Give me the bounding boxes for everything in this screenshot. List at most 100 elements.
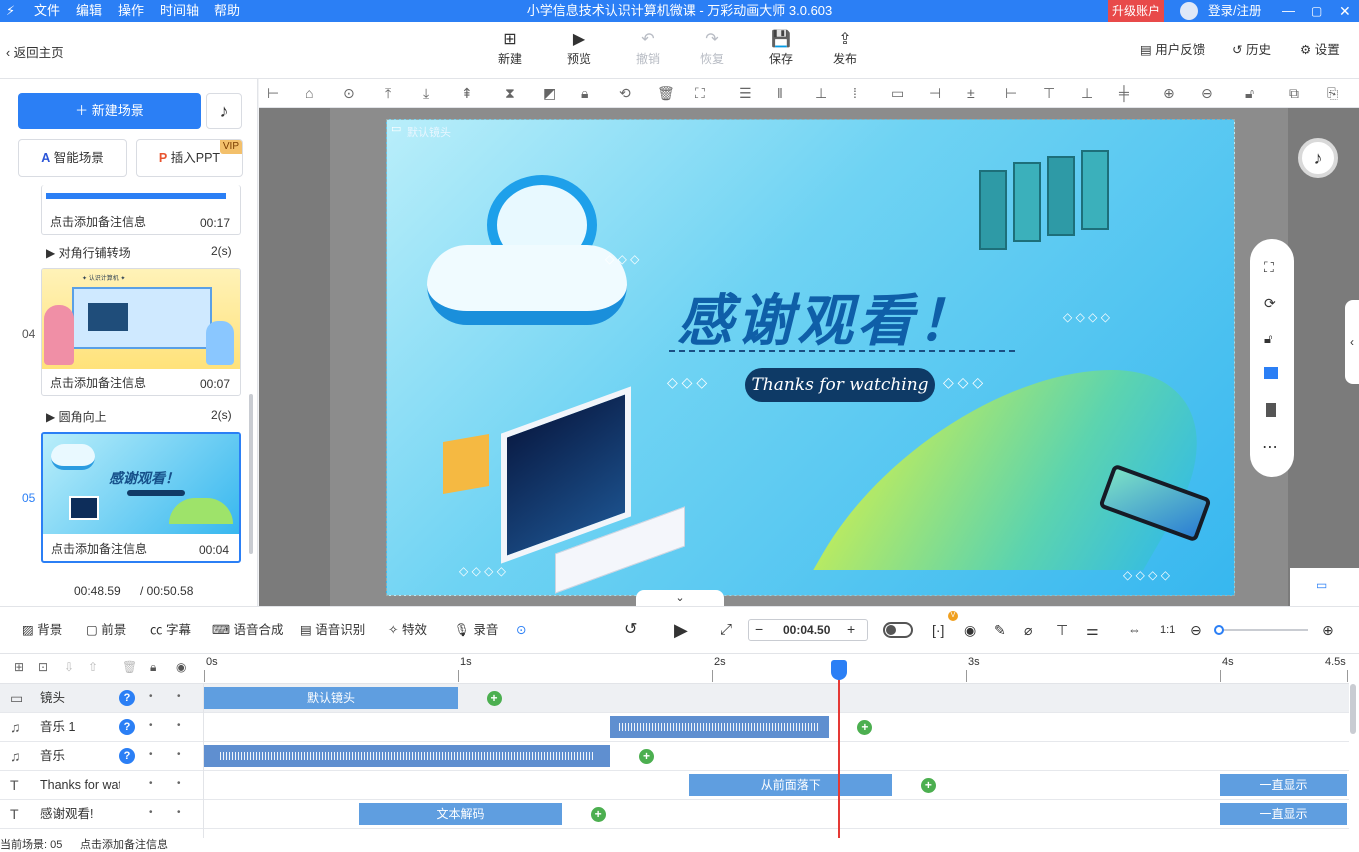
scene-card-3[interactable]: 点击添加备注信息 00:17 bbox=[41, 185, 241, 235]
lock-dot[interactable]: • bbox=[149, 691, 153, 702]
align-top-icon[interactable]: ☰ bbox=[739, 85, 752, 102]
distribute-h-icon[interactable]: ⁞ bbox=[853, 85, 857, 101]
rotate-screen-icon[interactable]: ⟳ bbox=[1264, 295, 1276, 312]
animation-clip[interactable]: 一直显示 bbox=[1220, 774, 1347, 796]
insert-ppt-button[interactable]: P 插入PPT VIP bbox=[136, 139, 243, 177]
zoom-out-icon[interactable]: ⊖ bbox=[1190, 607, 1202, 653]
flip-v-icon[interactable]: ◩ bbox=[543, 85, 556, 102]
align-v-bottom-icon[interactable]: ⊥ bbox=[1081, 85, 1093, 102]
animation-clip[interactable]: 默认镜头 bbox=[204, 687, 458, 709]
scene-note[interactable]: 点击添加备注信息 bbox=[50, 213, 146, 230]
brush-icon[interactable]: ⌀ bbox=[1024, 607, 1032, 653]
add-animation-button[interactable]: + bbox=[486, 691, 502, 706]
lock-icon[interactable]: 🔒︎ bbox=[581, 85, 588, 102]
new-button[interactable]: ⊞ 新建 bbox=[485, 30, 535, 67]
help-icon[interactable]: ? bbox=[119, 719, 135, 735]
play-button[interactable]: ▶ bbox=[674, 607, 688, 653]
subtitle-button[interactable]: ㏄ 字幕 bbox=[150, 607, 191, 653]
more-tools-button[interactable]: ⊙ bbox=[516, 607, 526, 653]
toggle-switch[interactable] bbox=[883, 622, 913, 638]
layer-up-icon[interactable]: ⇞ bbox=[461, 85, 473, 102]
audio-clip[interactable] bbox=[204, 745, 611, 767]
move-up-icon[interactable]: ⇧ bbox=[88, 660, 98, 674]
scene-card-5[interactable]: 感谢观看！ 点击添加备注信息 00:04 bbox=[41, 432, 241, 563]
time-increase-button[interactable]: + bbox=[847, 621, 855, 637]
align-center-icon[interactable]: ± bbox=[967, 85, 975, 101]
help-icon[interactable]: ? bbox=[119, 690, 135, 706]
new-scene-button[interactable]: ＋ 新建场景 bbox=[18, 93, 201, 129]
timeline-scrollbar[interactable] bbox=[1350, 684, 1356, 734]
add-animation-button[interactable]: + bbox=[920, 778, 936, 793]
save-button[interactable]: 💾 保存 bbox=[756, 30, 806, 67]
visible-dot[interactable]: • bbox=[177, 807, 181, 818]
copy-icon[interactable]: ⧉ bbox=[1289, 85, 1299, 102]
align-bottom-icon[interactable]: ⊥ bbox=[815, 85, 827, 102]
redo-button[interactable]: ↷ 恢复 bbox=[687, 30, 737, 67]
add-folder-icon[interactable]: ⊞ bbox=[14, 660, 24, 674]
zoom-slider[interactable] bbox=[1214, 625, 1308, 635]
publish-button[interactable]: ⇪ 发布 bbox=[820, 30, 870, 67]
tts-button[interactable]: ⌨ 语音合成 bbox=[212, 607, 284, 653]
portrait-icon[interactable] bbox=[1266, 403, 1276, 417]
move-down-icon[interactable]: ⇩ bbox=[64, 660, 74, 674]
zoom-in-icon[interactable]: ⊕ bbox=[1322, 607, 1334, 653]
zoom-out-icon[interactable]: ⊖ bbox=[1201, 85, 1213, 102]
animation-clip[interactable]: 文本解码 bbox=[358, 803, 563, 825]
visibility-icon[interactable]: ◉ bbox=[176, 660, 186, 674]
visible-dot[interactable]: • bbox=[177, 720, 181, 731]
crop-icon[interactable]: ⛶ bbox=[695, 85, 705, 102]
transition-item[interactable]: ▶ 对角行铺转场 2(s) bbox=[46, 244, 232, 261]
add-file-icon[interactable]: ⊡ bbox=[38, 660, 48, 674]
replay-button[interactable]: ↺ bbox=[624, 607, 637, 653]
upgrade-account-button[interactable]: 升级账户 bbox=[1108, 0, 1164, 22]
stage-canvas[interactable]: ▭ 默认镜头 感谢观看！ Thanks for watching ◇ ◇ ◇ ◇… bbox=[386, 119, 1235, 596]
align-right-icon[interactable]: ⊢ bbox=[1005, 85, 1017, 102]
flip-h-icon[interactable]: ⧗ bbox=[505, 85, 515, 102]
add-animation-button[interactable]: + bbox=[638, 749, 654, 764]
align-v-top-icon[interactable]: ⊤ bbox=[1043, 85, 1055, 102]
scene-note[interactable]: 点击添加备注信息 bbox=[51, 540, 147, 557]
scene-music-button[interactable]: ♪ bbox=[206, 93, 242, 129]
smart-scene-button[interactable]: A 智能场景 bbox=[18, 139, 127, 177]
bring-front-icon[interactable]: ⤒ bbox=[385, 85, 391, 102]
align-left-icon[interactable]: ⊣ bbox=[929, 85, 941, 102]
unlock-icon[interactable]: 🔓︎ bbox=[1245, 85, 1254, 102]
lock-dot[interactable]: • bbox=[149, 807, 153, 818]
bracket-icon[interactable]: [·] bbox=[932, 607, 944, 653]
lock-all-icon[interactable]: 🔒︎ bbox=[150, 660, 156, 675]
scene-scrollbar[interactable] bbox=[249, 394, 253, 554]
landscape-icon[interactable] bbox=[1264, 367, 1278, 379]
actual-size-icon[interactable]: 1:1 bbox=[1160, 607, 1175, 653]
lock-dot[interactable]: • bbox=[149, 778, 153, 789]
edit-icon[interactable]: ✎ bbox=[994, 607, 1006, 653]
visible-dot[interactable]: • bbox=[177, 778, 181, 789]
scene-card-4[interactable]: ✦ 认识计算机 ✦ 点击添加备注信息 00:07 bbox=[41, 268, 241, 396]
background-button[interactable]: ▨ 背景 bbox=[22, 607, 62, 653]
speech-recognition-button[interactable]: ▤ 语音识别 bbox=[300, 607, 365, 653]
fullscreen-button[interactable]: ⤢ bbox=[720, 607, 732, 653]
delete-track-icon[interactable]: 🗑︎ bbox=[122, 660, 137, 674]
playhead-handle[interactable] bbox=[831, 660, 847, 680]
maximize-button[interactable]: ▢ bbox=[1311, 0, 1322, 22]
delete-icon[interactable]: 🗑︎ bbox=[657, 85, 675, 102]
minimize-button[interactable]: — bbox=[1282, 0, 1295, 22]
headline-text[interactable]: 感谢观看！ bbox=[677, 276, 977, 357]
add-animation-button[interactable]: + bbox=[857, 720, 873, 735]
preview-button[interactable]: ▶ 预览 bbox=[554, 30, 604, 67]
history-button[interactable]: ↺ 历史 bbox=[1232, 22, 1271, 79]
close-button[interactable]: ✕ bbox=[1339, 0, 1351, 22]
effects-button[interactable]: ✧ 特效 bbox=[388, 607, 427, 653]
login-register-link[interactable]: 登录/注册 bbox=[1208, 0, 1261, 22]
more-circle-icon[interactable]: ⊙ bbox=[343, 85, 355, 102]
help-icon[interactable]: ? bbox=[119, 748, 135, 764]
minimap[interactable]: ▭ bbox=[1290, 568, 1359, 606]
visible-dot[interactable]: • bbox=[177, 749, 181, 760]
ruler-icon[interactable]: ⊢ bbox=[267, 85, 279, 102]
distribute-v-icon[interactable]: ▭ bbox=[891, 85, 904, 102]
rotate-icon[interactable]: ⟲ bbox=[619, 85, 631, 102]
visible-dot[interactable]: • bbox=[177, 691, 181, 702]
camera-snapshot-icon[interactable]: ◉ bbox=[964, 607, 976, 653]
adjust-icon[interactable]: ⚌ bbox=[1086, 607, 1099, 653]
back-home-link[interactable]: ‹ 返回主页 bbox=[6, 42, 64, 61]
collapse-right-tab[interactable]: ‹ bbox=[1345, 300, 1359, 384]
